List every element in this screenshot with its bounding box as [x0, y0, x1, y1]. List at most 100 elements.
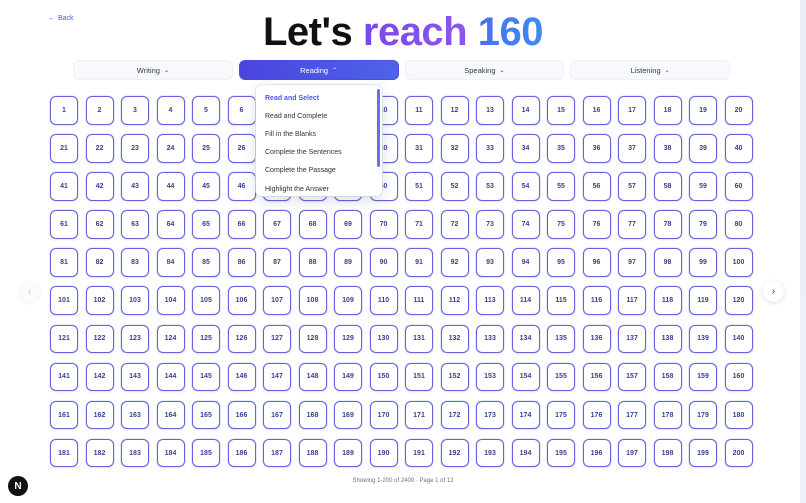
- question-cell[interactable]: 134: [511, 324, 540, 354]
- question-cell[interactable]: 168: [298, 400, 327, 430]
- question-cell[interactable]: 163: [121, 400, 149, 430]
- question-cell[interactable]: 42: [85, 172, 114, 201]
- question-cell[interactable]: 166: [227, 400, 256, 430]
- question-cell[interactable]: 154: [511, 362, 540, 392]
- question-cell[interactable]: 132: [440, 324, 469, 354]
- question-cell[interactable]: 118: [653, 286, 682, 315]
- question-cell[interactable]: 93: [476, 248, 504, 277]
- question-cell[interactable]: 115: [547, 286, 575, 315]
- question-cell[interactable]: 171: [405, 400, 433, 430]
- question-cell[interactable]: 99: [689, 248, 717, 277]
- question-cell[interactable]: 69: [334, 210, 362, 239]
- question-cell[interactable]: 76: [582, 210, 611, 239]
- question-cell[interactable]: 128: [298, 324, 327, 354]
- question-cell[interactable]: 123: [121, 324, 149, 354]
- question-cell[interactable]: 137: [618, 324, 646, 354]
- question-cell[interactable]: 51: [405, 172, 433, 201]
- question-cell[interactable]: 41: [50, 172, 78, 201]
- question-cell[interactable]: 112: [440, 286, 469, 315]
- question-cell[interactable]: 122: [85, 324, 114, 354]
- question-cell[interactable]: 86: [227, 248, 256, 277]
- question-cell[interactable]: 21: [50, 134, 78, 163]
- question-cell[interactable]: 95: [547, 248, 575, 277]
- question-cell[interactable]: 22: [85, 134, 114, 163]
- question-cell[interactable]: 103: [121, 286, 149, 315]
- question-cell[interactable]: 144: [156, 362, 185, 392]
- question-cell[interactable]: 24: [156, 134, 185, 163]
- question-cell[interactable]: 91: [405, 248, 433, 277]
- tab-listening[interactable]: Listening ⌄: [570, 60, 730, 80]
- question-cell[interactable]: 142: [85, 362, 114, 392]
- question-cell[interactable]: 160: [724, 362, 753, 392]
- question-cell[interactable]: 100: [724, 248, 753, 277]
- question-cell[interactable]: 87: [263, 248, 291, 277]
- question-cell[interactable]: 176: [582, 400, 611, 430]
- question-cell[interactable]: 4: [156, 96, 185, 125]
- question-cell[interactable]: 23: [121, 134, 149, 163]
- tab-writing[interactable]: Writing ⌄: [73, 60, 233, 80]
- question-cell[interactable]: 156: [582, 362, 611, 392]
- question-cell[interactable]: 37: [618, 134, 646, 163]
- question-cell[interactable]: 55: [547, 172, 575, 201]
- question-cell[interactable]: 185: [192, 438, 220, 468]
- question-cell[interactable]: 180: [724, 400, 753, 430]
- question-cell[interactable]: 177: [618, 400, 646, 430]
- question-cell[interactable]: 188: [298, 438, 327, 468]
- question-cell[interactable]: 57: [618, 172, 646, 201]
- question-cell[interactable]: 34: [511, 134, 540, 163]
- question-cell[interactable]: 127: [263, 324, 291, 354]
- question-cell[interactable]: 200: [724, 438, 753, 468]
- question-cell[interactable]: 105: [192, 286, 220, 315]
- question-cell[interactable]: 12: [440, 96, 469, 125]
- question-cell[interactable]: 5: [192, 96, 220, 125]
- question-cell[interactable]: 71: [405, 210, 433, 239]
- question-cell[interactable]: 85: [192, 248, 220, 277]
- question-cell[interactable]: 101: [50, 286, 78, 315]
- question-cell[interactable]: 110: [369, 286, 398, 315]
- question-cell[interactable]: 135: [547, 324, 575, 354]
- question-cell[interactable]: 2: [85, 96, 114, 125]
- dropdown-scrollbar[interactable]: [377, 89, 380, 167]
- question-cell[interactable]: 119: [689, 286, 717, 315]
- question-cell[interactable]: 152: [440, 362, 469, 392]
- question-cell[interactable]: 114: [511, 286, 540, 315]
- question-cell[interactable]: 17: [618, 96, 646, 125]
- question-cell[interactable]: 97: [618, 248, 646, 277]
- question-cell[interactable]: 40: [724, 134, 753, 163]
- question-cell[interactable]: 35: [547, 134, 575, 163]
- question-cell[interactable]: 113: [476, 286, 504, 315]
- question-cell[interactable]: 33: [476, 134, 504, 163]
- question-cell[interactable]: 20: [724, 96, 753, 125]
- question-cell[interactable]: 153: [476, 362, 504, 392]
- question-cell[interactable]: 31: [405, 134, 433, 163]
- question-cell[interactable]: 45: [192, 172, 220, 201]
- question-cell[interactable]: 96: [582, 248, 611, 277]
- question-cell[interactable]: 16: [582, 96, 611, 125]
- question-cell[interactable]: 39: [689, 134, 717, 163]
- question-cell[interactable]: 13: [476, 96, 504, 125]
- question-cell[interactable]: 194: [511, 438, 540, 468]
- question-cell[interactable]: 67: [263, 210, 291, 239]
- question-cell[interactable]: 111: [405, 286, 433, 315]
- question-cell[interactable]: 172: [440, 400, 469, 430]
- question-cell[interactable]: 89: [334, 248, 362, 277]
- question-cell[interactable]: 199: [689, 438, 717, 468]
- question-cell[interactable]: 145: [192, 362, 220, 392]
- question-cell[interactable]: 165: [192, 400, 220, 430]
- question-cell[interactable]: 60: [724, 172, 753, 201]
- question-cell[interactable]: 1: [50, 96, 78, 125]
- question-cell[interactable]: 14: [511, 96, 540, 125]
- question-cell[interactable]: 178: [653, 400, 682, 430]
- question-cell[interactable]: 159: [689, 362, 717, 392]
- question-cell[interactable]: 198: [653, 438, 682, 468]
- question-cell[interactable]: 84: [156, 248, 185, 277]
- question-cell[interactable]: 3: [121, 96, 149, 125]
- question-cell[interactable]: 79: [689, 210, 717, 239]
- question-cell[interactable]: 133: [476, 324, 504, 354]
- question-cell[interactable]: 174: [511, 400, 540, 430]
- question-cell[interactable]: 108: [298, 286, 327, 315]
- question-cell[interactable]: 143: [121, 362, 149, 392]
- menu-item-complete-the-passage[interactable]: Complete the Passage: [256, 162, 382, 180]
- menu-item-read-and-select[interactable]: Read and Select: [256, 89, 382, 107]
- question-cell[interactable]: 141: [50, 362, 78, 392]
